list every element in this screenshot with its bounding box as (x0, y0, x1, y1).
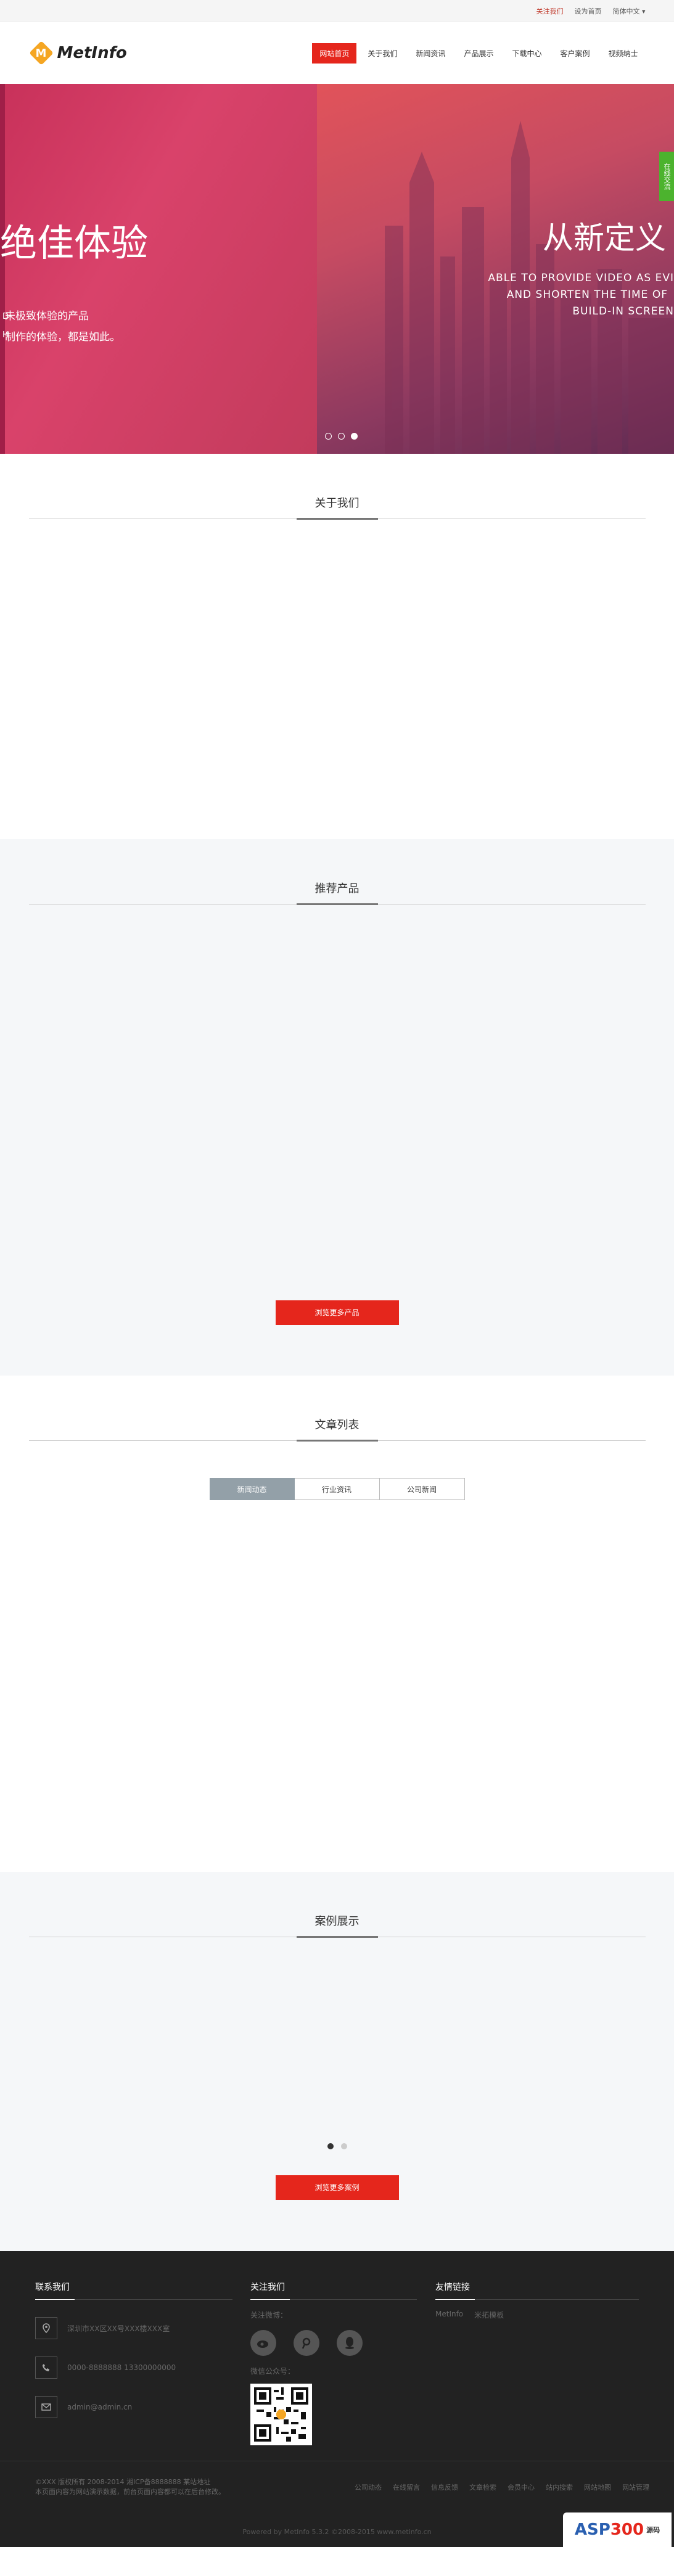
header: M MetInfo 网站首页 关于我们 新闻资讯 产品展示 下载中心 客户案例 … (0, 22, 674, 84)
tab-industry-news[interactable]: 行业资讯 (294, 1478, 380, 1500)
map-pin-icon (35, 2317, 57, 2339)
tencent-weibo-icon[interactable] (294, 2330, 319, 2356)
online-chat-tab[interactable]: 在线交流 (659, 152, 674, 201)
wechat-label: 微信公众号： (250, 2367, 295, 2376)
slider-dot-active[interactable] (327, 2143, 334, 2149)
follow-column: 关注我们 关注微博： 微信公众号： (250, 2281, 417, 2445)
logo[interactable]: M MetInfo (28, 41, 127, 65)
friend-link[interactable]: MetInfo (435, 2310, 463, 2320)
about-section: 关于我们 (0, 454, 674, 839)
footer-link[interactable]: 在线留言 (393, 2482, 420, 2492)
copyright: ©XXX 版权所有 2008-2014 湘ICP备8888888 某站地址 本页… (35, 2478, 225, 2496)
contact-phone: 0000-8888888 13300000000 (35, 2357, 232, 2379)
contact-title: 联系我们 (35, 2281, 232, 2300)
top-links: 关注我们 设为首页 简体中文 ▾ (536, 0, 645, 22)
tab-company-news[interactable]: 新闻动态 (209, 1478, 295, 1500)
follow-title: 关注我们 (250, 2281, 417, 2300)
banner-slide-right (317, 84, 674, 454)
friend-link[interactable]: 米拓模板 (474, 2310, 504, 2320)
links-column: 友情链接 MetInfo 米拓模板 (435, 2281, 639, 2320)
slider-dot[interactable] (338, 433, 345, 440)
banner-left-title: 绝佳体验 (0, 222, 148, 265)
footer-link[interactable]: 信息反馈 (431, 2482, 458, 2492)
main-nav: 网站首页 关于我们 新闻资讯 产品展示 下载中心 客户案例 视频纳士 (312, 43, 645, 64)
cases-section: 案例展示 浏览更多案例 (0, 1872, 674, 2251)
nav-downloads[interactable]: 下载中心 (504, 43, 549, 64)
footer-links: 公司动态 在线留言 信息反馈 文章检索 会员中心 站内搜索 网站地图 网站管理 (355, 2482, 649, 2492)
contact-column: 联系我们 深圳市XX区XX号XXX楼XXX室 0000-8888888 1330… (35, 2281, 232, 2418)
slider-dots (325, 433, 358, 440)
footer-link[interactable]: 文章检索 (469, 2482, 496, 2492)
contact-address: 深圳市XX区XX号XXX楼XXX室 (35, 2317, 232, 2339)
article-tabs: 新闻动态 行业资讯 公司新闻 (0, 1478, 674, 1500)
set-homepage-link[interactable]: 设为首页 (574, 6, 601, 16)
city-skyline-image (385, 121, 674, 454)
language-label: 简体中文 (612, 7, 640, 15)
articles-section: 文章列表 新闻动态 行业资讯 公司新闻 (0, 1376, 674, 1872)
language-selector[interactable]: 简体中文 ▾ (612, 6, 645, 16)
phone-icon (35, 2357, 57, 2379)
footer-link[interactable]: 网站管理 (622, 2482, 649, 2492)
slider-dot-active[interactable] (351, 433, 358, 440)
banner-right-title: 从新定义 (543, 220, 666, 256)
follow-us-link[interactable]: 关注我们 (536, 6, 563, 16)
qq-icon[interactable] (337, 2330, 363, 2356)
email-link[interactable]: admin@admin.cn (67, 2403, 132, 2411)
about-title: 关于我们 (296, 494, 378, 520)
hero-banner: 绝佳体验 D H 未极致体验的产品 制作的体验，都是如此。 从新定义 ABLE … (0, 84, 674, 454)
products-title: 推荐产品 (296, 880, 378, 905)
footer-link[interactable]: 公司动态 (355, 2482, 382, 2492)
nav-video[interactable]: 视频纳士 (601, 43, 645, 64)
footer-link[interactable]: 站内搜索 (546, 2482, 573, 2492)
top-bar: 关注我们 设为首页 简体中文 ▾ (0, 0, 674, 22)
banner-left-subtitle: 未极致体验的产品 (5, 310, 89, 322)
banner-slide-left: 绝佳体验 D H 未极致体验的产品 制作的体验，都是如此。 (0, 84, 317, 454)
products-section: 推荐产品 浏览更多产品 (0, 839, 674, 1376)
weibo-icon[interactable] (250, 2330, 276, 2356)
banner-right-subtitle: ABLE TO PROVIDE VIDEO AS EVI (488, 272, 674, 284)
banner-right-subtitle: AND SHORTEN THE TIME OF (506, 289, 668, 301)
slider-dot[interactable] (325, 433, 332, 440)
cases-title: 案例展示 (296, 1913, 378, 1938)
nav-products[interactable]: 产品展示 (456, 43, 501, 64)
nav-about[interactable]: 关于我们 (360, 43, 405, 64)
nav-home[interactable]: 网站首页 (312, 43, 357, 64)
footer-link[interactable]: 会员中心 (508, 2482, 535, 2492)
footer: 联系我们 深圳市XX区XX号XXX楼XXX室 0000-8888888 1330… (0, 2251, 674, 2547)
nav-cases[interactable]: 客户案例 (553, 43, 597, 64)
logo-icon: M (28, 41, 54, 65)
friend-links: MetInfo 米拓模板 (435, 2310, 639, 2320)
banner-left-subtitle: 制作的体验，都是如此。 (5, 331, 120, 343)
articles-title: 文章列表 (296, 1416, 378, 1442)
more-cases-button[interactable]: 浏览更多案例 (275, 2175, 399, 2200)
footer-link[interactable]: 网站地图 (584, 2482, 611, 2492)
logo-text: MetInfo (57, 44, 127, 62)
social-icons (250, 2330, 417, 2356)
nav-news[interactable]: 新闻资讯 (408, 43, 453, 64)
mail-icon (35, 2396, 57, 2418)
more-products-button[interactable]: 浏览更多产品 (275, 1300, 399, 1325)
weibo-label: 关注微博： (250, 2311, 288, 2320)
case-slider-dots (0, 2143, 674, 2149)
asp300-badge[interactable]: ASP 300 源码 (563, 2512, 672, 2547)
banner-right-subtitle: BUILD-IN SCREEN (572, 305, 674, 318)
wechat-qr-code (250, 2384, 312, 2445)
contact-email: admin@admin.cn (35, 2396, 232, 2418)
friend-links-title: 友情链接 (435, 2281, 639, 2300)
tab-corporate-news[interactable]: 公司新闻 (379, 1478, 465, 1500)
slider-dot[interactable] (340, 2143, 347, 2149)
chevron-down-icon: ▾ (641, 7, 646, 15)
